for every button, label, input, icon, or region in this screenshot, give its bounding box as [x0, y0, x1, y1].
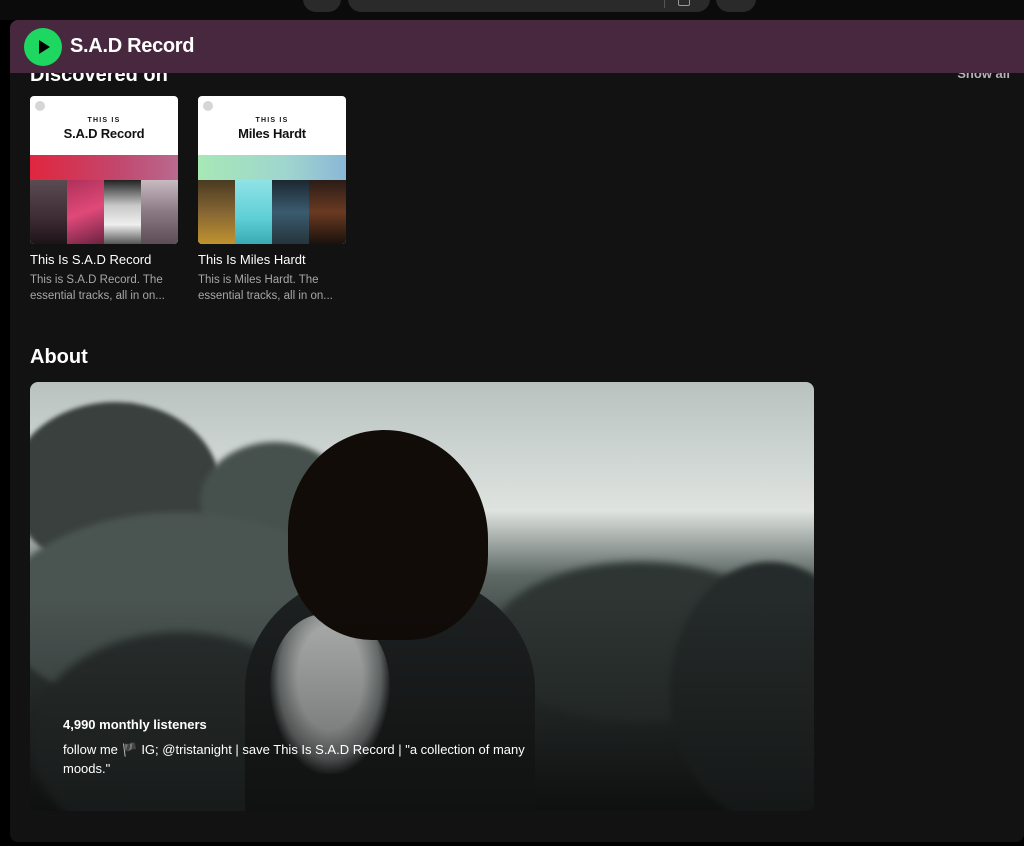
cover-photo: [198, 180, 235, 244]
cover-photo: [67, 180, 104, 244]
search-bar[interactable]: [348, 0, 710, 12]
playlist-cover[interactable]: THIS IS S.A.D Record: [30, 96, 178, 244]
cover-name: S.A.D Record: [63, 126, 145, 141]
cover-photo: [104, 180, 141, 244]
playlist-card[interactable]: THIS IS S.A.D Record This Is S.A.D Recor…: [30, 96, 178, 304]
cover-kicker: THIS IS: [87, 117, 121, 124]
playlist-description: This is S.A.D Record. The essential trac…: [30, 274, 165, 302]
playlist-card[interactable]: THIS IS Miles Hardt This Is Miles Hardt …: [198, 96, 346, 304]
cover-photo-strip: [30, 180, 178, 244]
cover-photo: [235, 180, 272, 244]
toolbar-button[interactable]: [716, 0, 756, 12]
cover-kicker: THIS IS: [255, 117, 289, 124]
cover-name: Miles Hardt: [238, 126, 306, 141]
sticky-header: S.A.D Record: [10, 20, 1024, 73]
playlist-cover[interactable]: THIS IS Miles Hardt: [198, 96, 346, 244]
play-icon: [39, 39, 50, 54]
spotify-logo-icon: [35, 101, 45, 111]
cover-photo: [272, 180, 309, 244]
browser-toolbar: [0, 0, 1024, 20]
monthly-listeners: 4,990 monthly listeners: [63, 717, 207, 732]
browse-icon[interactable]: [678, 0, 690, 6]
search-bar-divider: [664, 0, 665, 8]
playlist-title[interactable]: This Is Miles Hardt: [198, 252, 346, 267]
about-heading: About: [30, 346, 88, 368]
playlist-description: This is Miles Hardt. The essential track…: [198, 274, 333, 302]
cover-photo: [30, 180, 67, 244]
cover-photo: [309, 180, 346, 244]
cover-photo: [141, 180, 178, 244]
artist-title: S.A.D Record: [70, 35, 195, 57]
spotify-logo-icon: [203, 101, 213, 111]
cover-color-band: [30, 155, 178, 181]
play-button[interactable]: [24, 27, 62, 66]
about-card[interactable]: 4,990 monthly listeners follow me 🏴 IG; …: [30, 382, 814, 811]
playlist-title[interactable]: This Is S.A.D Record: [30, 252, 178, 267]
main-panel: S.A.D Record Discovered on Show all THIS…: [10, 20, 1024, 842]
artist-bio: follow me 🏴 IG; @tristanight | save This…: [63, 742, 525, 776]
cover-photo-strip: [198, 180, 346, 244]
cover-color-band: [198, 155, 346, 181]
window-button[interactable]: [303, 0, 341, 12]
